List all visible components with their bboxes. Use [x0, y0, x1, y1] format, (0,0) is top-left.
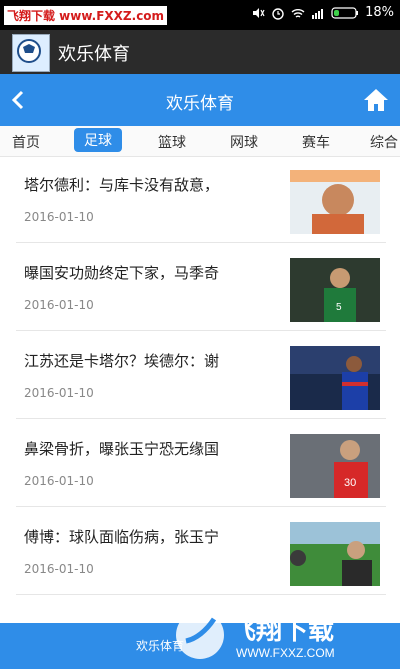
tab-basketball[interactable]: 篮球: [158, 132, 186, 152]
bottom-watermark-logo: 飞翔下载 WWW.FXXZ.COM: [176, 611, 335, 660]
list-item[interactable]: 塔尔德利：与库卡没有敌意， 2016-01-10: [16, 160, 386, 243]
article-date: 2016-01-10: [24, 562, 94, 576]
tab-home[interactable]: 首页: [12, 132, 40, 152]
list-item[interactable]: 鼻梁骨折，曝张玉宁恐无缘国 2016-01-10 30: [16, 424, 386, 507]
list-item[interactable]: 江苏还是卡塔尔？埃德尔：谢 2016-01-10: [16, 336, 386, 419]
list-item[interactable]: 傅博：球队面临伤病，张玉宁 2016-01-10: [16, 512, 386, 595]
alarm-icon: [272, 7, 284, 20]
battery-percent: 18%: [365, 5, 394, 20]
wifi-icon: [291, 8, 305, 18]
tab-football[interactable]: 足球: [74, 128, 122, 152]
page-header: 欢乐体育: [0, 74, 400, 126]
article-thumbnail: 30: [290, 434, 380, 498]
article-date: 2016-01-10: [24, 210, 94, 224]
app-title: 欢乐体育: [58, 44, 130, 65]
svg-text:5: 5: [336, 302, 342, 313]
article-thumbnail: [290, 522, 380, 586]
article-title: 江苏还是卡塔尔？埃德尔：谢: [24, 352, 220, 370]
article-thumbnail: 5: [290, 258, 380, 322]
footer-bar: 欢乐体育 飞翔下载 WWW.FXXZ.COM: [0, 611, 400, 669]
signal-icon: [312, 8, 324, 19]
watermark-brand: 飞翔下载: [230, 616, 334, 646]
list-item[interactable]: 曝国安功勋终定下家，马季奇 2016-01-10 5: [16, 248, 386, 331]
article-title: 曝国安功勋终定下家，马季奇: [24, 264, 220, 282]
article-title: 塔尔德利：与库卡没有敌意，: [24, 176, 220, 194]
article-date: 2016-01-10: [24, 298, 94, 312]
status-icons: 18%: [251, 5, 394, 20]
article-title: 鼻梁骨折，曝张玉宁恐无缘国: [24, 440, 220, 458]
article-date: 2016-01-10: [24, 386, 94, 400]
page-title: 欢乐体育: [166, 94, 234, 114]
battery-icon: [331, 6, 359, 19]
tab-racing[interactable]: 赛车: [302, 132, 330, 152]
mute-icon: [253, 7, 265, 18]
category-tabs: 首页 足球 篮球 网球 赛车 综合: [0, 126, 400, 157]
article-title: 傅博：球队面临伤病，张玉宁: [24, 528, 220, 546]
article-thumbnail: [290, 346, 380, 410]
article-date: 2016-01-10: [24, 474, 94, 488]
status-bar: 飞翔下载 www.FXXZ.com 18%: [0, 0, 400, 30]
top-watermark: 飞翔下载 www.FXXZ.com: [4, 6, 168, 25]
svg-text:30: 30: [344, 477, 356, 489]
article-thumbnail: [290, 170, 380, 234]
tab-tennis[interactable]: 网球: [230, 132, 258, 152]
app-bar: 欢乐体育: [0, 30, 400, 74]
app-logo-icon: [12, 34, 50, 72]
home-icon[interactable]: [362, 86, 390, 114]
watermark-url: WWW.FXXZ.COM: [236, 646, 335, 660]
tab-general[interactable]: 综合: [370, 132, 398, 152]
